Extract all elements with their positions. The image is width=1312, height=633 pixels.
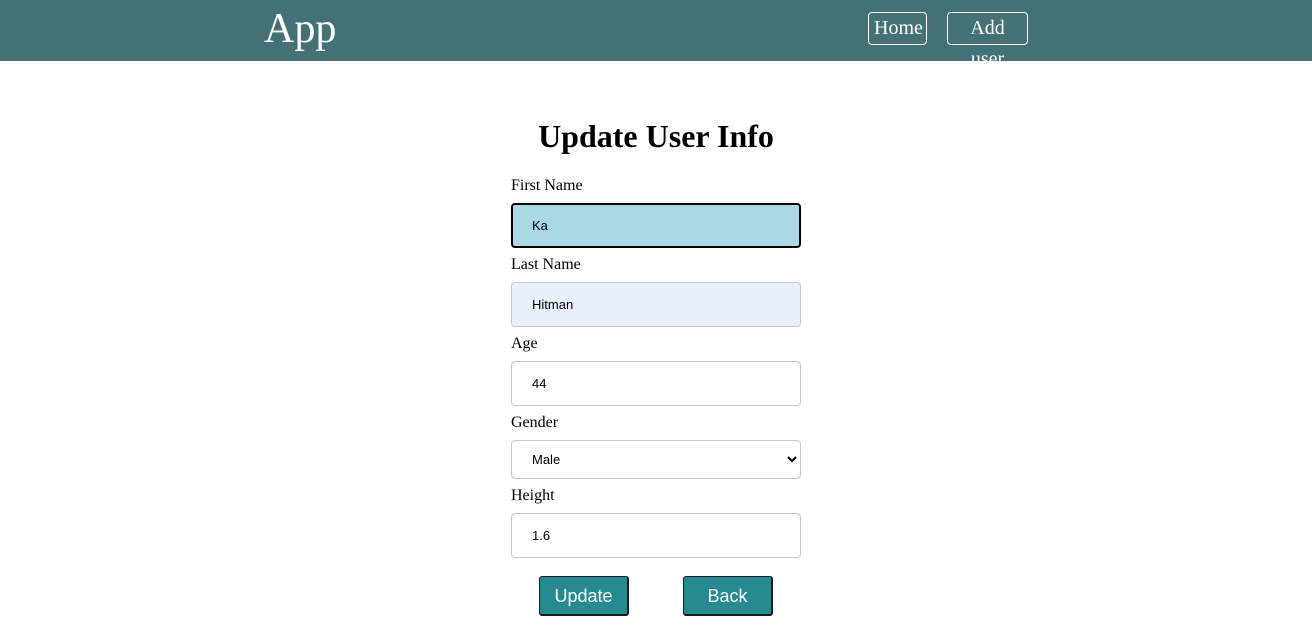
gender-select[interactable]: Male	[511, 440, 801, 479]
nav-home-link[interactable]: Home	[868, 12, 927, 45]
brand-logo[interactable]: App	[264, 4, 336, 54]
age-label: Age	[511, 335, 538, 352]
height-label: Height	[511, 487, 555, 504]
age-input[interactable]	[511, 361, 801, 406]
first-name-input[interactable]	[511, 203, 801, 248]
last-name-input[interactable]	[511, 282, 801, 327]
navbar: App Home Add user	[0, 0, 1312, 70]
back-button[interactable]: Back	[683, 576, 773, 616]
last-name-label: Last Name	[511, 256, 581, 273]
update-button[interactable]: Update	[539, 576, 629, 616]
nav-add-user-link[interactable]: Add user	[947, 12, 1028, 70]
first-name-label: First Name	[511, 177, 583, 194]
gender-label: Gender	[511, 414, 559, 431]
page-title: Update User Info	[538, 118, 774, 154]
height-input[interactable]	[511, 513, 801, 558]
